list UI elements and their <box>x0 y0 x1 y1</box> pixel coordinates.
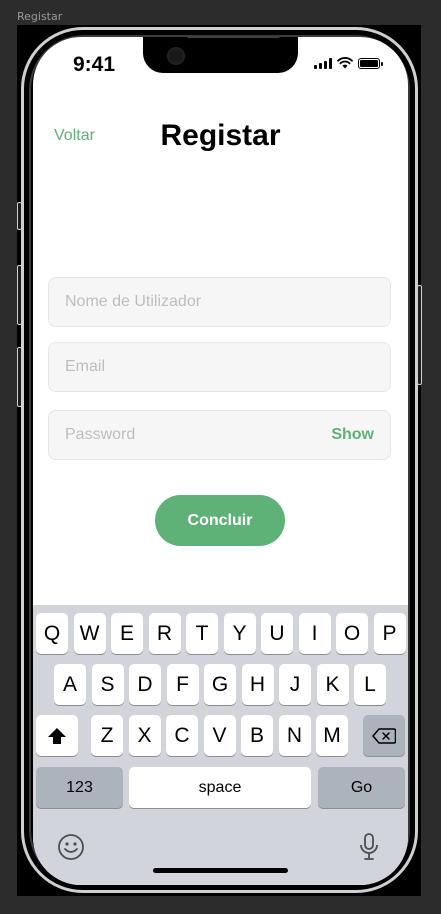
key-y[interactable]: Y <box>223 613 256 654</box>
key-z[interactable]: Z <box>91 715 123 756</box>
shift-arrow-icon <box>48 727 66 744</box>
key-s[interactable]: S <box>91 664 124 705</box>
wifi-icon <box>337 57 353 69</box>
microphone-icon[interactable] <box>359 832 379 862</box>
username-field[interactable] <box>48 277 391 327</box>
key-m[interactable]: M <box>316 715 348 756</box>
key-w[interactable]: W <box>73 613 106 654</box>
key-r[interactable]: R <box>148 613 181 654</box>
backspace-icon <box>372 727 396 744</box>
status-icons <box>314 57 383 69</box>
username-input[interactable] <box>65 293 374 311</box>
key-t[interactable]: T <box>186 613 218 654</box>
battery-icon <box>358 57 383 69</box>
key-i[interactable]: I <box>298 613 331 654</box>
password-input[interactable] <box>65 426 332 444</box>
go-key[interactable]: Go <box>318 767 405 808</box>
key-l[interactable]: L <box>354 664 386 705</box>
key-p[interactable]: P <box>373 613 406 654</box>
key-g[interactable]: G <box>204 664 236 705</box>
home-indicator <box>153 868 288 873</box>
key-h[interactable]: H <box>241 664 274 705</box>
camera-icon <box>167 47 185 65</box>
phone-screen: 9:41 Voltar Registar Show Concluir QWERT… <box>33 37 408 885</box>
submit-button[interactable]: Concluir <box>155 495 285 546</box>
keyboard: QWERTYUIOP ASDFGHJKL ZXCVBNM 123 space G… <box>33 605 408 885</box>
key-a[interactable]: A <box>54 664 86 705</box>
notch <box>143 37 298 73</box>
key-o[interactable]: O <box>336 613 368 654</box>
status-time: 9:41 <box>73 53 116 76</box>
key-x[interactable]: X <box>128 715 161 756</box>
key-e[interactable]: E <box>111 613 143 654</box>
space-key[interactable]: space <box>129 767 311 808</box>
cellular-signal-icon <box>314 57 332 69</box>
volume-up-button <box>17 265 22 325</box>
key-n[interactable]: N <box>278 715 311 756</box>
volume-down-button <box>17 347 22 407</box>
key-j[interactable]: J <box>279 664 311 705</box>
emoji-icon[interactable] <box>57 833 85 861</box>
key-c[interactable]: C <box>166 715 198 756</box>
key-d[interactable]: D <box>129 664 161 705</box>
silent-switch <box>17 202 22 230</box>
key-f[interactable]: F <box>166 664 199 705</box>
numbers-key[interactable]: 123 <box>36 767 123 808</box>
email-field[interactable] <box>48 342 391 392</box>
frame-label: Registar <box>17 10 63 23</box>
shift-key[interactable] <box>36 715 78 756</box>
key-q[interactable]: Q <box>36 613 68 654</box>
key-v[interactable]: V <box>203 715 236 756</box>
power-button <box>417 285 422 385</box>
key-b[interactable]: B <box>241 715 273 756</box>
delete-key[interactable] <box>363 715 405 756</box>
password-field[interactable]: Show <box>48 410 391 460</box>
key-k[interactable]: K <box>316 664 349 705</box>
email-input[interactable] <box>65 358 374 376</box>
key-u[interactable]: U <box>261 613 293 654</box>
speaker-grille <box>186 37 281 38</box>
show-password-button[interactable]: Show <box>331 426 374 444</box>
page-title: Registar <box>160 119 281 152</box>
